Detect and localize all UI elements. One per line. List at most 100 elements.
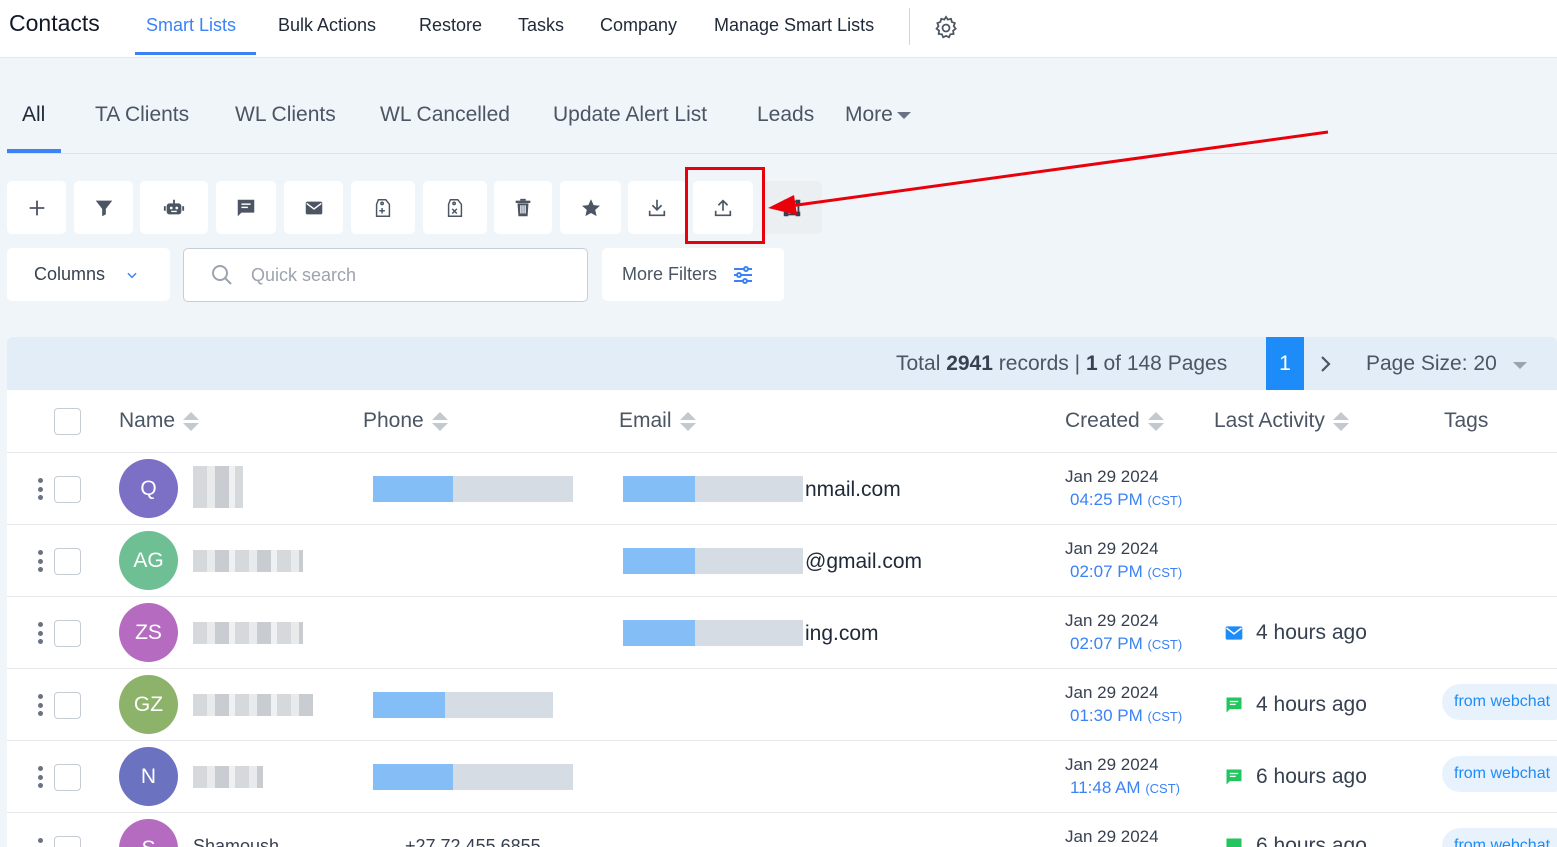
search-input[interactable] bbox=[251, 264, 571, 286]
more-filters-button[interactable]: More Filters bbox=[602, 248, 784, 301]
send-sms-button[interactable] bbox=[216, 181, 276, 234]
created-time: 11:48 AM (CST) bbox=[1070, 778, 1180, 798]
avatar[interactable]: ZS bbox=[119, 603, 178, 662]
merge-button[interactable] bbox=[762, 181, 822, 234]
avatar[interactable]: AG bbox=[119, 531, 178, 590]
row-checkbox[interactable] bbox=[54, 476, 81, 503]
contact-phone[interactable]: +27 72 455 6855 bbox=[405, 836, 541, 847]
avatar-initials: GZ bbox=[133, 692, 164, 716]
row-checkbox[interactable] bbox=[54, 548, 81, 575]
sliders-icon bbox=[734, 265, 753, 284]
row-checkbox[interactable] bbox=[54, 692, 81, 719]
workflow-button[interactable] bbox=[140, 181, 208, 234]
records-current-page: 1 bbox=[1085, 352, 1098, 375]
tab-wl-cancelled[interactable]: WL Cancelled bbox=[380, 103, 510, 127]
header-phone[interactable]: Phone bbox=[363, 409, 448, 433]
robot-icon bbox=[163, 199, 185, 214]
tag-badge[interactable]: from webchat bbox=[1442, 828, 1557, 847]
header-created-label: Created bbox=[1065, 409, 1140, 432]
quick-search[interactable] bbox=[183, 248, 588, 302]
email-text[interactable]: ing.com bbox=[805, 622, 879, 646]
avatar[interactable]: N bbox=[119, 747, 178, 806]
redacted-name bbox=[193, 466, 243, 508]
created-date: Jan 29 2024 bbox=[1065, 611, 1159, 630]
avatar-initials: N bbox=[140, 764, 157, 788]
records-prefix: Total bbox=[896, 352, 941, 375]
row-menu-icon[interactable] bbox=[37, 622, 43, 644]
created-time-value: 04:25 PM bbox=[1070, 490, 1143, 509]
search-icon bbox=[212, 265, 232, 285]
nav-bulk-actions[interactable]: Bulk Actions bbox=[278, 15, 376, 36]
tag-badge[interactable]: from webchat bbox=[1442, 684, 1557, 720]
filter-button[interactable] bbox=[74, 181, 133, 234]
columns-dropdown[interactable]: Columns bbox=[7, 248, 170, 301]
tag-badge[interactable]: from webchat bbox=[1442, 756, 1557, 792]
row-divider bbox=[7, 596, 1557, 597]
tab-more-label: More bbox=[845, 103, 893, 126]
email-icon bbox=[1225, 626, 1243, 640]
nav-manage-smart-lists[interactable]: Manage Smart Lists bbox=[714, 15, 874, 36]
nav-restore[interactable]: Restore bbox=[419, 15, 482, 36]
created-time: 02:07 PM (CST) bbox=[1070, 634, 1182, 654]
last-activity-text: 6 hours ago bbox=[1256, 765, 1367, 788]
header-email[interactable]: Email bbox=[619, 409, 696, 433]
next-page-icon[interactable] bbox=[1316, 352, 1336, 376]
tab-wl-clients[interactable]: WL Clients bbox=[235, 103, 336, 127]
tab-ta-clients[interactable]: TA Clients bbox=[95, 103, 189, 127]
avatar[interactable]: GZ bbox=[119, 675, 178, 734]
row-menu-icon[interactable] bbox=[37, 478, 43, 500]
row-menu-icon[interactable] bbox=[37, 838, 43, 847]
records-suffix: of 148 Pages bbox=[1103, 352, 1228, 375]
redacted-email bbox=[623, 548, 803, 574]
tab-more[interactable]: More bbox=[845, 103, 911, 127]
add-tag-button[interactable] bbox=[351, 181, 415, 234]
add-contact-button[interactable] bbox=[7, 181, 66, 234]
row-menu-icon[interactable] bbox=[37, 766, 43, 788]
page-button-current[interactable]: 1 bbox=[1266, 337, 1304, 390]
row-menu-icon[interactable] bbox=[37, 694, 43, 716]
redacted-name bbox=[193, 694, 313, 716]
header-created[interactable]: Created bbox=[1065, 409, 1164, 433]
import-button[interactable] bbox=[628, 181, 686, 234]
review-request-button[interactable] bbox=[560, 181, 621, 234]
plus-icon bbox=[29, 200, 44, 215]
nav-smart-lists[interactable]: Smart Lists bbox=[146, 15, 236, 36]
row-checkbox[interactable] bbox=[54, 620, 81, 647]
header-name[interactable]: Name bbox=[119, 409, 200, 433]
tab-all[interactable]: All bbox=[22, 103, 45, 127]
delete-button[interactable] bbox=[494, 181, 552, 234]
nav-tasks[interactable]: Tasks bbox=[518, 15, 564, 36]
gear-icon[interactable] bbox=[932, 14, 960, 42]
row-divider bbox=[7, 740, 1557, 741]
created-date: Jan 29 2024 bbox=[1065, 827, 1159, 846]
redacted-email bbox=[623, 476, 803, 502]
records-summary: Total 2941 records | 1 of 148 Pages bbox=[896, 352, 1227, 376]
email-text[interactable]: @gmail.com bbox=[805, 550, 922, 574]
header-phone-label: Phone bbox=[363, 409, 424, 432]
nav-company[interactable]: Company bbox=[600, 15, 677, 36]
avatar[interactable]: Q bbox=[119, 459, 178, 518]
tab-leads[interactable]: Leads bbox=[757, 103, 814, 127]
select-all-checkbox[interactable] bbox=[54, 408, 81, 435]
email-icon bbox=[305, 201, 322, 214]
send-email-button[interactable] bbox=[284, 181, 343, 234]
row-checkbox[interactable] bbox=[54, 836, 81, 847]
timezone: (CST) bbox=[1147, 493, 1183, 508]
sort-icon bbox=[1332, 411, 1349, 431]
tab-update-alert-list[interactable]: Update Alert List bbox=[553, 103, 707, 127]
last-activity-text: 6 hours ago bbox=[1256, 834, 1367, 847]
header-tags-label: Tags bbox=[1444, 409, 1489, 432]
header-email-label: Email bbox=[619, 409, 672, 432]
header-last-activity[interactable]: Last Activity bbox=[1214, 409, 1349, 433]
filter-icon bbox=[95, 200, 112, 216]
remove-tag-button[interactable] bbox=[423, 181, 487, 234]
created-date: Jan 29 2024 bbox=[1065, 755, 1159, 774]
contact-name[interactable]: Shamoush bbox=[193, 836, 279, 847]
row-menu-icon[interactable] bbox=[37, 550, 43, 572]
app-title: Contacts bbox=[9, 10, 100, 36]
row-checkbox[interactable] bbox=[54, 764, 81, 791]
created-date: Jan 29 2024 bbox=[1065, 539, 1159, 558]
email-text[interactable]: nmail.com bbox=[805, 478, 901, 502]
merge-icon bbox=[783, 199, 801, 216]
page-size-select[interactable]: Page Size: 20 bbox=[1366, 352, 1497, 376]
